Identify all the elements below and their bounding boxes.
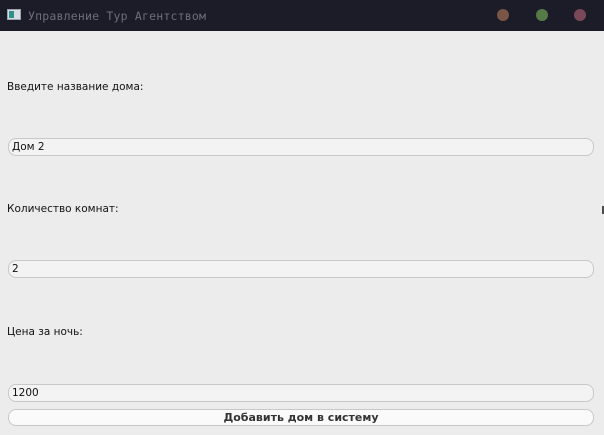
rooms-count-label: Количество комнат:: [7, 203, 119, 215]
minimize-button[interactable]: [497, 9, 509, 21]
house-name-input[interactable]: [8, 138, 594, 156]
house-name-label: Введите название дома:: [7, 81, 144, 93]
window-title: Управление Тур Агентством: [28, 9, 207, 23]
add-house-button[interactable]: Добавить дом в систему: [8, 409, 594, 426]
close-button[interactable]: [574, 9, 586, 21]
price-per-night-label: Цена за ночь:: [7, 326, 83, 338]
app-window: Управление Тур Агентством Введите назван…: [0, 0, 604, 435]
title-bar[interactable]: Управление Тур Агентством: [0, 0, 604, 31]
maximize-button[interactable]: [536, 9, 548, 21]
app-window-icon: [7, 9, 21, 20]
price-per-night-input[interactable]: [8, 384, 594, 402]
rooms-count-input[interactable]: [8, 260, 594, 278]
